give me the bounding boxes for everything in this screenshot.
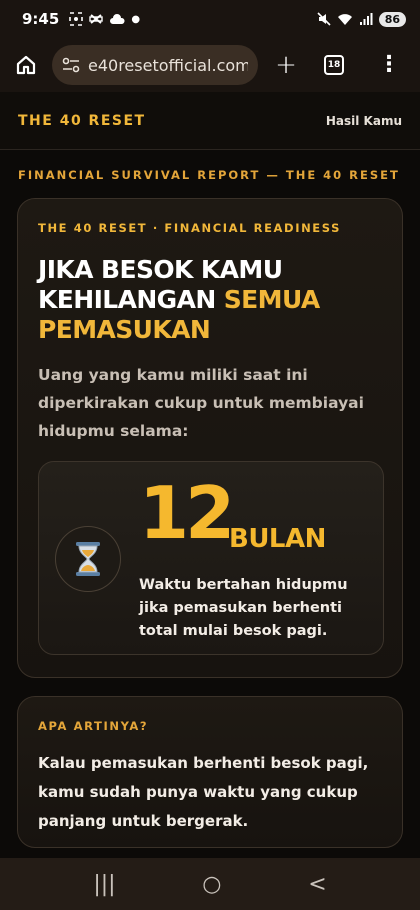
report-eyebrow: FINANCIAL SURVIVAL REPORT — THE 40 RESET xyxy=(18,168,400,182)
results-link[interactable]: Hasil Kamu xyxy=(326,114,402,128)
status-bar: 9:45 ● 86 xyxy=(0,0,420,38)
site-settings-icon[interactable] xyxy=(62,57,80,73)
brand-logo[interactable]: THE 40 RESET xyxy=(18,113,146,129)
screenshot-icon xyxy=(69,12,84,26)
home-icon xyxy=(16,55,36,75)
status-time: 9:45 xyxy=(22,10,60,28)
hourglass-badge xyxy=(55,526,121,592)
months-value: 12 xyxy=(139,471,235,555)
browser-menu-button[interactable]: ⋮ xyxy=(378,54,400,76)
address-bar[interactable]: e40resetofficial.com xyxy=(52,45,258,85)
url-text: e40resetofficial.com xyxy=(88,55,248,75)
duration-panel: 12 BULAN Waktu bertahan hidupmu jika pem… xyxy=(38,461,384,655)
signal-icon xyxy=(359,12,373,25)
back-button[interactable]: < xyxy=(308,872,326,897)
capcut-icon xyxy=(89,14,104,24)
meaning-text: Kalau pemasukan berhenti besok pagi, kam… xyxy=(38,754,369,830)
home-nav-button[interactable]: ○ xyxy=(202,872,221,897)
system-icons: 86 xyxy=(317,11,406,27)
tab-switcher-button[interactable]: 18 xyxy=(324,55,344,75)
recents-button[interactable]: ||| xyxy=(93,872,115,897)
wifi-icon xyxy=(337,13,352,25)
duration-description: Waktu bertahan hidupmu jika pemasukan be… xyxy=(139,577,348,639)
headline: Jika besok kamu kehilangan semua pemasuk… xyxy=(38,255,378,345)
site-header: THE 40 RESET Hasil Kamu xyxy=(0,92,420,150)
new-tab-button[interactable]: + xyxy=(258,50,314,80)
meaning-label: APA ARTINYA? xyxy=(38,719,149,733)
mute-icon xyxy=(317,12,331,26)
intro-text: Uang yang kamu miliki saat ini diperkira… xyxy=(38,366,364,440)
notification-icons: ● xyxy=(69,12,140,26)
hourglass-icon xyxy=(76,542,100,576)
home-button[interactable] xyxy=(0,54,52,76)
months-unit: BULAN xyxy=(229,524,326,554)
system-nav-bar: ||| ○ < xyxy=(0,858,420,910)
survival-card: THE 40 RESET · FINANCIAL READINESS Jika … xyxy=(17,198,403,678)
card-label: THE 40 RESET · FINANCIAL READINESS xyxy=(38,221,342,235)
meaning-card: APA ARTINYA? Kalau pemasukan berhenti be… xyxy=(17,696,403,848)
battery-badge: 86 xyxy=(378,11,406,27)
dot-icon: ● xyxy=(131,13,141,25)
cloud-icon xyxy=(110,14,125,24)
browser-toolbar: e40resetofficial.com + 18 ⋮ xyxy=(0,38,420,92)
